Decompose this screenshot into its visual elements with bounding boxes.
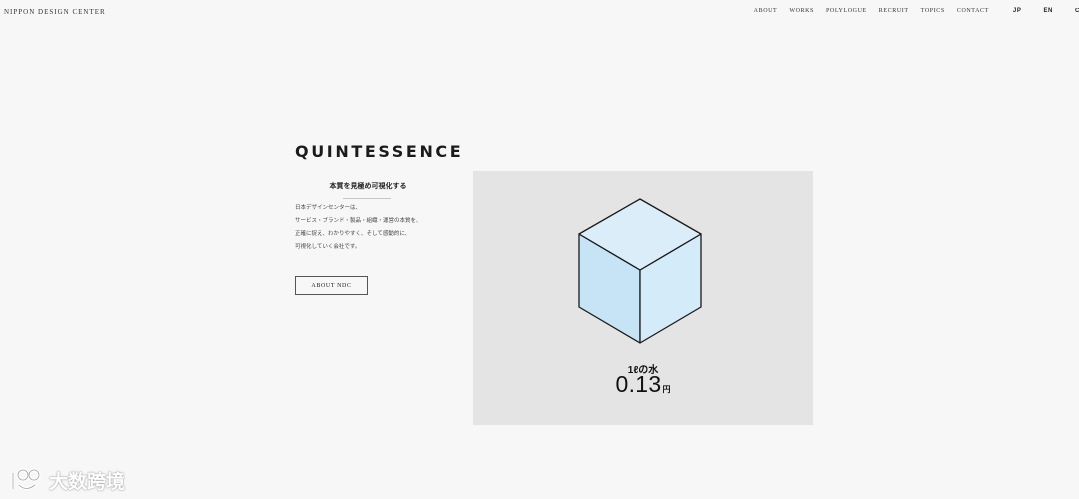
divider — [343, 198, 391, 199]
price-unit: 円 — [662, 385, 671, 394]
price-display: 0.13円 — [473, 371, 813, 398]
nav-item-topics[interactable]: TOPICS — [921, 8, 945, 14]
description-line: 正確に捉え、わかりやすく、そして感動的に、 — [295, 231, 411, 237]
ibjd-logo-icon — [11, 468, 41, 491]
section-description: 日本デザインセンターは、 サービス・ブランド・製品・組織・運営の本質を、 正確に… — [295, 202, 495, 254]
description-line: 日本デザインセンターは、 — [295, 205, 362, 211]
nav-item-works[interactable]: WORKS — [789, 8, 814, 14]
nav-item-about[interactable]: ABOUT — [754, 8, 778, 14]
site-logo[interactable]: NIPPON DESIGN CENTER — [4, 8, 106, 16]
nav-item-contact[interactable]: CONTACT — [957, 8, 989, 14]
watermark: 大数跨境 — [8, 465, 125, 495]
description-line: サービス・ブランド・製品・組織・運営の本質を、 — [295, 218, 422, 224]
lang-en[interactable]: EN — [1043, 8, 1053, 14]
lang-extra[interactable]: C — [1075, 8, 1079, 14]
visual-panel: 1ℓの水 0.13円 — [473, 171, 813, 425]
description-line: 可視化していく会社です。 — [295, 244, 361, 250]
lang-jp[interactable]: JP — [1013, 8, 1022, 14]
main-nav: ABOUT WORKS POLYLOGUE RECRUIT TOPICS CON… — [742, 8, 1079, 14]
price-value: 0.13 — [615, 371, 662, 397]
water-cube-icon — [578, 198, 702, 344]
language-switcher: JP EN C — [1001, 8, 1079, 14]
nav-item-polylogue[interactable]: POLYLOGUE — [826, 8, 867, 14]
watermark-text: 大数跨境 — [49, 470, 126, 493]
nav-item-recruit[interactable]: RECRUIT — [879, 8, 909, 14]
about-ndc-button[interactable]: ABOUT NDC — [295, 276, 368, 295]
section-subheading: 本質を見極め可視化する — [329, 183, 407, 190]
site-header: NIPPON DESIGN CENTER ABOUT WORKS POLYLOG… — [0, 0, 1079, 24]
section-heading: QUINTESSENCE — [295, 142, 464, 161]
